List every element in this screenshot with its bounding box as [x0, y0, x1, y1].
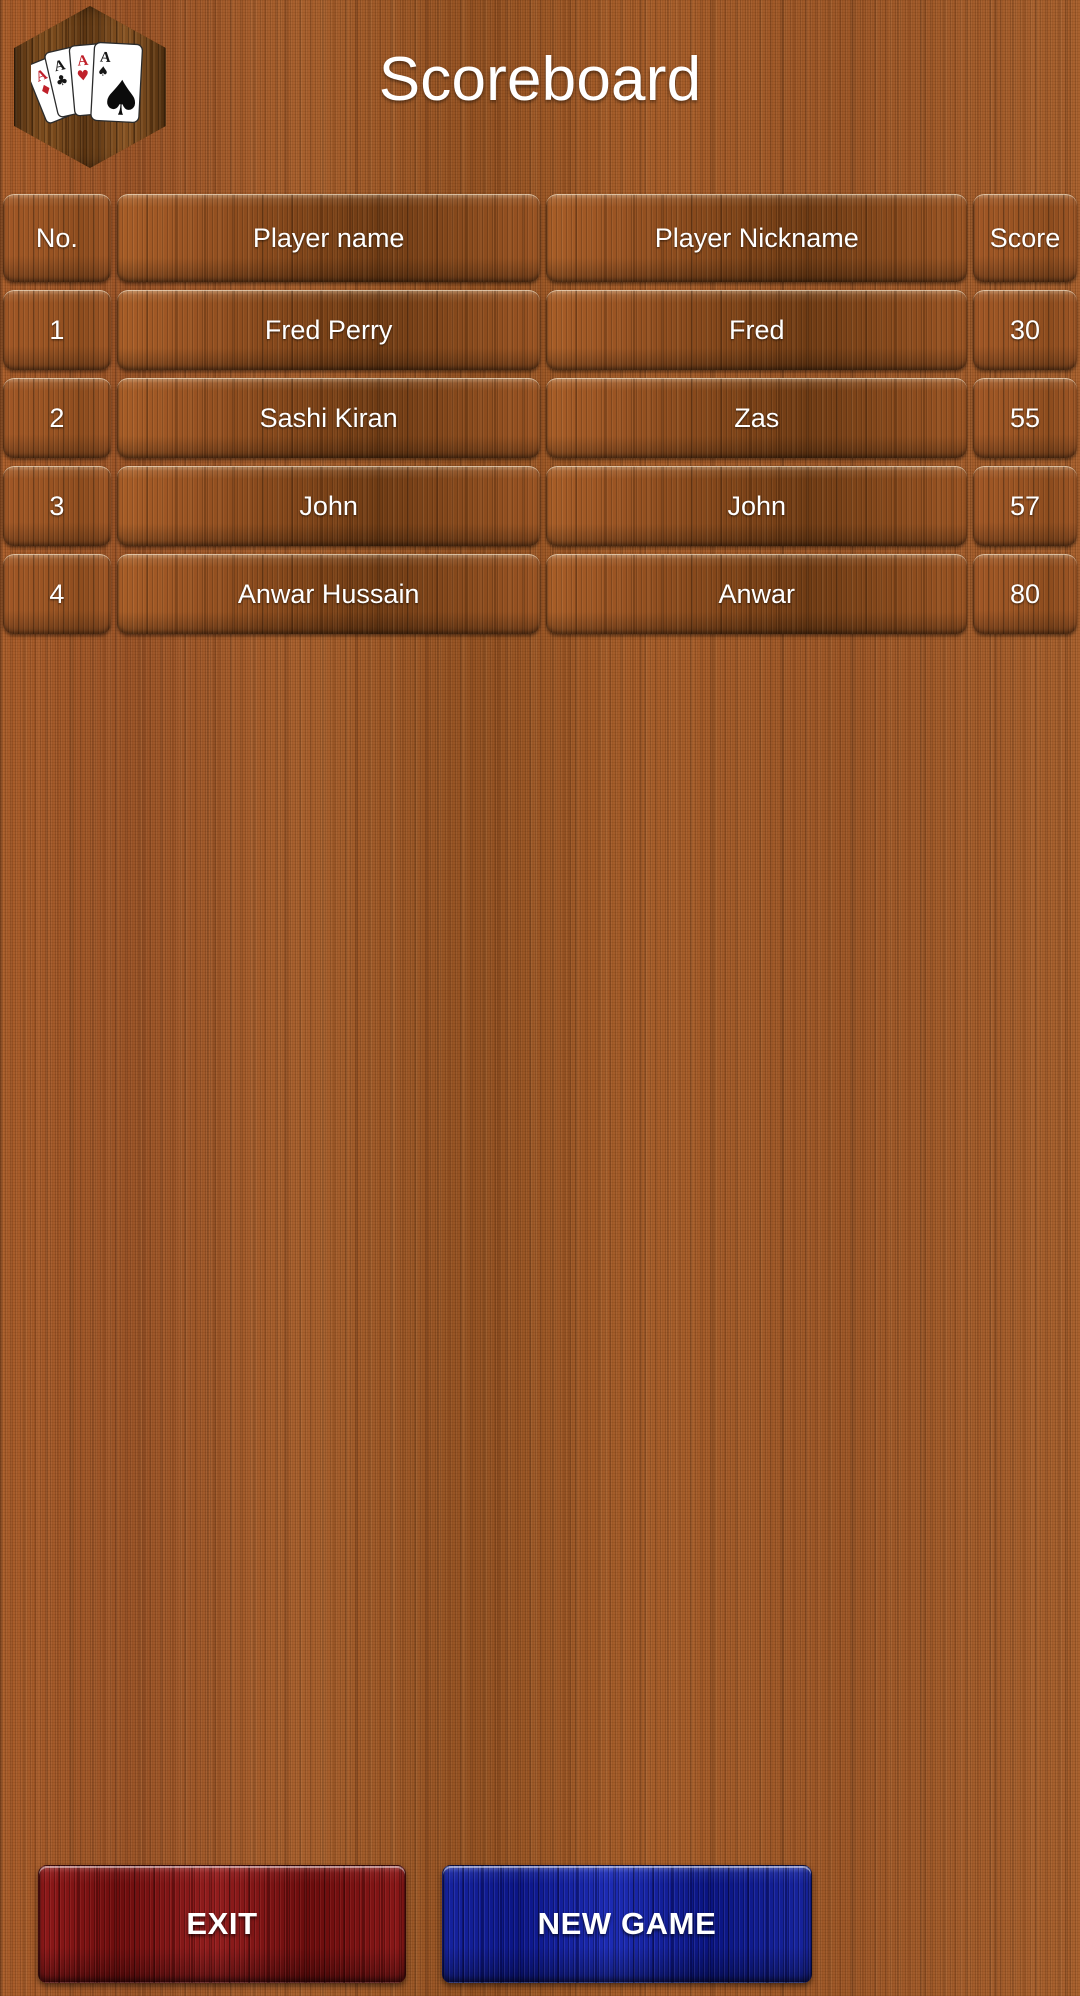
column-header-nickname: Player Nickname — [546, 194, 968, 282]
table-row[interactable]: 2 Sashi Kiran Zas 55 — [0, 374, 1080, 462]
exit-button[interactable]: EXIT — [38, 1865, 406, 1983]
player-nickname-cell[interactable]: Fred — [546, 290, 968, 370]
player-name-cell[interactable]: Fred Perry — [116, 290, 541, 370]
column-header-score: Score — [973, 194, 1078, 282]
player-name-cell[interactable]: Anwar Hussain — [116, 554, 541, 634]
player-nickname-cell[interactable]: Zas — [546, 378, 968, 458]
row-number-cell: 1 — [3, 290, 111, 370]
table-row[interactable]: 1 Fred Perry Fred 30 — [0, 286, 1080, 374]
page-title: Scoreboard — [378, 45, 702, 114]
column-header-name: Player name — [116, 194, 541, 282]
table-row[interactable]: 3 John John 57 — [0, 462, 1080, 550]
table-row[interactable]: 4 Anwar Hussain Anwar 80 — [0, 550, 1080, 638]
player-name-cell[interactable]: Sashi Kiran — [116, 378, 541, 458]
new-game-button[interactable]: NEW GAME — [442, 1865, 812, 1983]
row-number-cell: 2 — [3, 378, 111, 458]
player-name-cell[interactable]: John — [116, 466, 541, 546]
player-score-cell[interactable]: 80 — [973, 554, 1078, 634]
bottom-action-bar: EXIT NEW GAME — [0, 1862, 1080, 1996]
scoreboard-table: No. Player name Player Nickname Score 1 … — [0, 190, 1080, 638]
row-number-cell: 4 — [3, 554, 111, 634]
player-score-cell[interactable]: 57 — [973, 466, 1078, 546]
column-header-no: No. — [3, 194, 111, 282]
scoreboard-screen: A ♦ A ♣ A ♥ A ♠ ♠ Scoreboard No. Player … — [0, 0, 1080, 1996]
player-score-cell[interactable]: 55 — [973, 378, 1078, 458]
player-nickname-cell[interactable]: John — [546, 466, 968, 546]
player-score-cell[interactable]: 30 — [973, 290, 1078, 370]
row-number-cell: 3 — [3, 466, 111, 546]
table-header-row: No. Player name Player Nickname Score — [0, 190, 1080, 286]
player-nickname-cell[interactable]: Anwar — [546, 554, 968, 634]
